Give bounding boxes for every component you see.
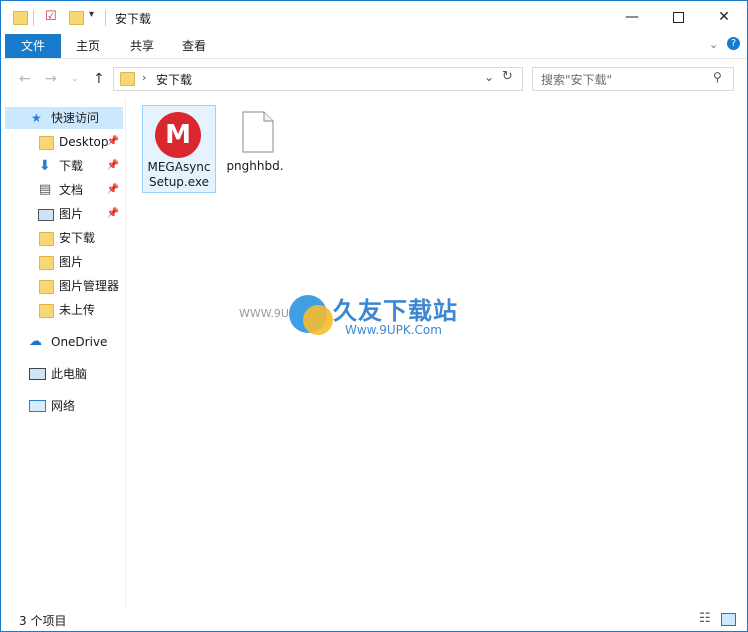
folder-icon bbox=[39, 232, 54, 246]
file-item-pnghhbd[interactable]: pnghhbd. bbox=[220, 105, 290, 191]
document-icon: ▤ bbox=[39, 182, 52, 197]
watermark-text-left: WWW.9U bbox=[239, 307, 289, 320]
pin-icon: 📌 bbox=[106, 184, 119, 195]
nav-label: 未上传 bbox=[59, 303, 96, 317]
download-arrow-icon: ⬇ bbox=[39, 158, 51, 174]
nav-label: OneDrive bbox=[51, 335, 108, 349]
nav-item-downloads[interactable]: ⬇ 下载 📌 bbox=[5, 155, 123, 177]
chevron-down-icon[interactable]: ⌄ bbox=[484, 70, 494, 84]
minimize-icon: — bbox=[625, 9, 639, 25]
watermark-logo bbox=[303, 305, 333, 335]
nav-item-anxiazai[interactable]: 安下载 bbox=[5, 227, 123, 249]
folder-icon bbox=[39, 280, 54, 294]
ribbon: 文件 主页 共享 查看 ⌄ ? bbox=[1, 34, 747, 59]
nav-onedrive[interactable]: ☁ OneDrive bbox=[5, 331, 123, 353]
expand-ribbon-icon[interactable]: ⌄ bbox=[709, 38, 718, 51]
item-count: 3 个项目 bbox=[19, 614, 67, 628]
nav-network[interactable]: 网络 bbox=[5, 395, 123, 417]
watermark-title: 久友下载站 bbox=[333, 297, 458, 325]
address-path: 安下载 bbox=[156, 73, 193, 87]
picture-icon bbox=[38, 209, 54, 221]
folder-icon bbox=[120, 72, 135, 86]
watermark: WWW.9U 久友下载站 Www.9UPK.Com bbox=[239, 271, 481, 361]
nav-label: 图片管理器 bbox=[59, 279, 120, 293]
nav-this-pc[interactable]: 此电脑 bbox=[5, 363, 123, 385]
properties-icon[interactable]: ☑ bbox=[45, 9, 57, 24]
file-name: pnghhbd. bbox=[226, 159, 284, 173]
nav-label: 网络 bbox=[51, 399, 76, 413]
refresh-icon[interactable]: ↻ bbox=[502, 69, 513, 84]
nav-label: 快速访问 bbox=[51, 111, 100, 125]
nav-label: 文档 bbox=[59, 183, 84, 197]
nav-label: Desktop bbox=[59, 135, 109, 149]
search-icon[interactable]: ⚲ bbox=[713, 70, 722, 84]
window-title: 安下载 bbox=[115, 12, 152, 26]
pin-icon: 📌 bbox=[106, 208, 119, 219]
nav-label: 此电脑 bbox=[51, 367, 88, 381]
close-icon: ✕ bbox=[718, 9, 730, 25]
pin-icon: 📌 bbox=[106, 160, 119, 171]
maximize-icon bbox=[672, 11, 684, 23]
close-button[interactable]: ✕ bbox=[701, 1, 747, 33]
up-icon[interactable]: ↑ bbox=[93, 71, 105, 87]
divider bbox=[105, 10, 106, 26]
folder-icon bbox=[39, 136, 54, 150]
status-bar: 3 个项目 ☷ bbox=[1, 609, 747, 631]
chevron-right-icon: › bbox=[142, 71, 147, 84]
star-icon: ★ bbox=[31, 111, 42, 125]
address-bar[interactable]: › 安下载 ⌄ ↻ bbox=[113, 67, 523, 91]
address-row: ← → ⌄ ↑ › 安下载 ⌄ ↻ 搜索"安下载" ⚲ bbox=[1, 59, 747, 99]
folder-icon bbox=[39, 256, 54, 270]
tab-view[interactable]: 查看 bbox=[173, 34, 215, 58]
nav-item-not-uploaded[interactable]: 未上传 bbox=[5, 299, 123, 321]
pin-icon: 📌 bbox=[106, 136, 119, 147]
folder-icon[interactable] bbox=[13, 11, 28, 25]
minimize-button[interactable]: — bbox=[609, 1, 655, 33]
nav-item-desktop[interactable]: Desktop 📌 bbox=[5, 131, 123, 153]
navigation-pane: ★ 快速访问 Desktop 📌 ⬇ 下载 📌 ▤ 文档 📌 图片 📌 安下载 bbox=[1, 99, 126, 609]
large-icons-view-icon[interactable] bbox=[721, 613, 736, 626]
nav-label: 图片 bbox=[59, 255, 84, 269]
nav-label: 安下载 bbox=[59, 231, 96, 245]
title-bar: ☑ ▾ 安下载 — ✕ bbox=[1, 1, 747, 33]
nav-label: 图片 bbox=[59, 207, 84, 221]
nav-item-picture-manager[interactable]: 图片管理器 bbox=[5, 275, 123, 297]
search-placeholder: 搜索"安下载" bbox=[541, 73, 613, 87]
file-item-megasync[interactable]: M MEGAsync Setup.exe bbox=[142, 105, 216, 193]
new-folder-icon[interactable] bbox=[69, 11, 84, 25]
nav-item-documents[interactable]: ▤ 文档 📌 bbox=[5, 179, 123, 201]
folder-icon bbox=[39, 304, 54, 318]
nav-item-pictures-folder[interactable]: 图片 bbox=[5, 251, 123, 273]
recent-locations-icon[interactable]: ⌄ bbox=[71, 74, 79, 84]
blank-file-icon bbox=[242, 111, 274, 153]
computer-icon bbox=[29, 368, 46, 380]
back-icon[interactable]: ← bbox=[19, 71, 31, 87]
search-input[interactable]: 搜索"安下载" ⚲ bbox=[532, 67, 734, 91]
explorer-window: ☑ ▾ 安下载 — ✕ 文件 主页 共享 查看 ⌄ ? ← → ⌄ ↑ › 安下… bbox=[0, 0, 748, 632]
nav-label: 下载 bbox=[59, 159, 84, 173]
watermark-url: Www.9UPK.Com bbox=[345, 323, 442, 337]
help-icon[interactable]: ? bbox=[727, 37, 740, 50]
file-name: MEGAsync Setup.exe bbox=[147, 160, 211, 189]
customize-quick-access-icon[interactable]: ▾ bbox=[89, 9, 94, 20]
forward-icon[interactable]: → bbox=[45, 71, 57, 87]
nav-item-pictures[interactable]: 图片 📌 bbox=[5, 203, 123, 225]
maximize-button[interactable] bbox=[655, 1, 701, 33]
nav-quick-access[interactable]: ★ 快速访问 bbox=[5, 107, 123, 129]
network-icon bbox=[29, 400, 46, 412]
tab-file[interactable]: 文件 bbox=[5, 34, 61, 58]
tab-share[interactable]: 共享 bbox=[121, 34, 163, 58]
cloud-icon: ☁ bbox=[29, 334, 42, 349]
divider bbox=[33, 10, 34, 26]
details-view-icon[interactable]: ☷ bbox=[699, 611, 711, 626]
tab-home[interactable]: 主页 bbox=[67, 34, 109, 58]
mega-app-icon: M bbox=[155, 112, 201, 158]
